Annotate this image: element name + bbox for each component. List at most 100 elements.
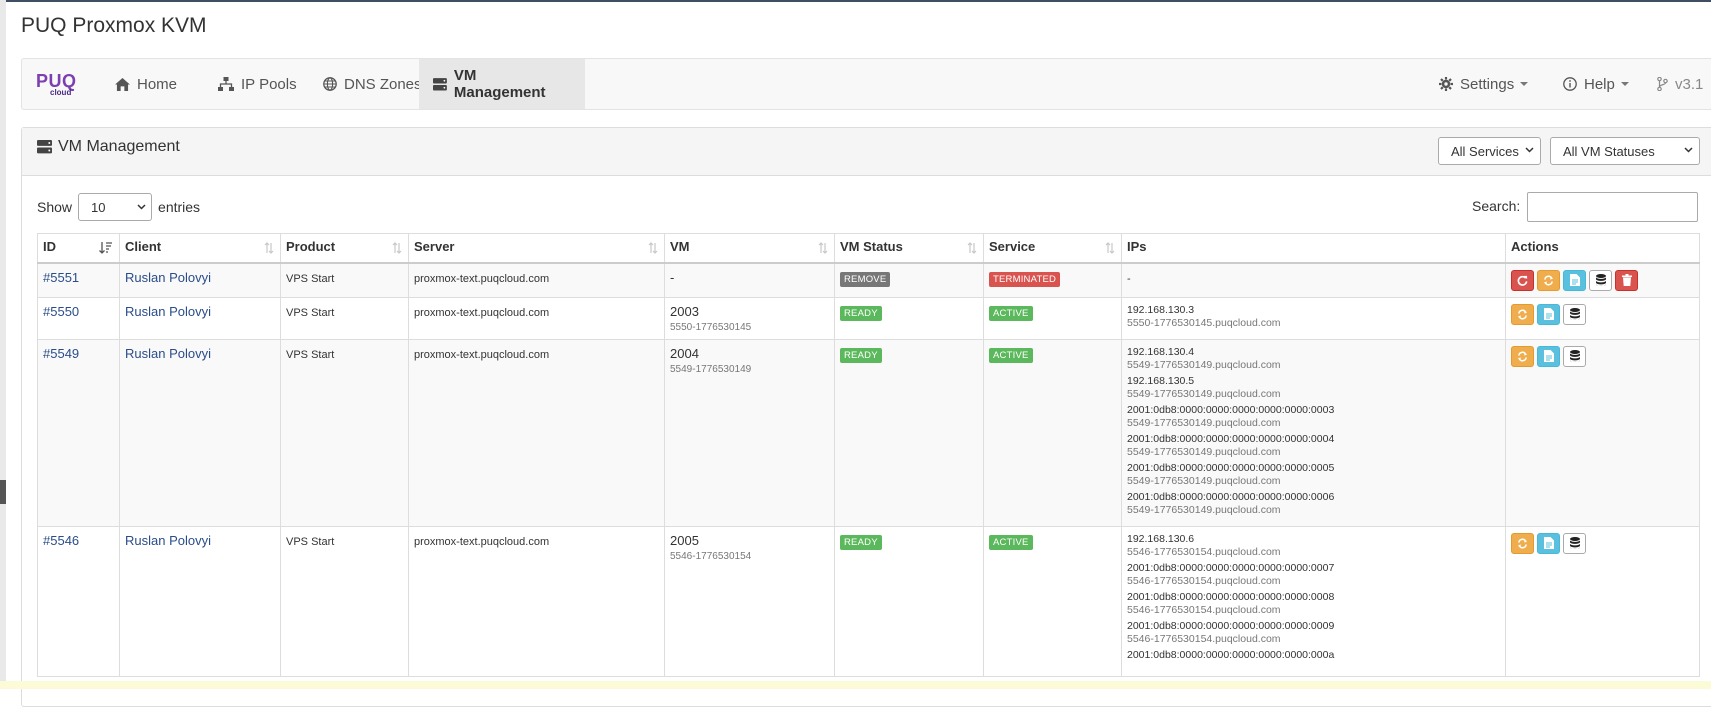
vm-status-filter-select[interactable]: All VM Statuses [1550,137,1700,165]
services-filter-select[interactable]: All Services [1438,137,1541,165]
ip-address: 192.168.130.3 [1127,303,1195,316]
vm-name: 5550-1776530145 [670,321,752,333]
file-icon [1543,537,1554,549]
column-header-client[interactable]: Client [119,233,281,264]
nav-dns-zones[interactable]: DNS Zones [309,59,436,109]
column-header-server[interactable]: Server [408,233,665,264]
code-branch-icon [1657,77,1668,91]
cell-server: proxmox-text.puqcloud.com [408,525,665,677]
ip-entry: 2001:0db8:0000:0000:0000:0000:0000:0003 5… [1127,404,1500,430]
nav-vm-management[interactable]: VM Management [419,59,585,109]
show-label: Show [37,199,73,215]
sort-icon [967,242,977,254]
service-id-link[interactable]: #5546 [43,533,79,548]
column-header-vm-status[interactable]: VM Status [834,233,984,264]
service-id-link[interactable]: #5549 [43,346,79,361]
cell-server: proxmox-text.puqcloud.com [408,338,665,527]
ip-hostname: 5549-1776530149.puqcloud.com [1127,358,1281,371]
server-name: proxmox-text.puqcloud.com [414,348,550,361]
cell-client: Ruslan Polovyi [119,338,281,527]
file-icon [1569,274,1580,286]
row-actions [1511,345,1694,367]
sync-button[interactable] [1537,269,1560,291]
ip-address: 2001:0db8:0000:0000:0000:0000:0000:000a [1127,648,1335,661]
server-name: proxmox-text.puqcloud.com [414,535,550,548]
nav-home[interactable]: Home [101,59,191,109]
trash-icon [1621,274,1632,286]
ip-address: 2001:0db8:0000:0000:0000:0000:0000:0003 [1127,403,1335,416]
service-id-link[interactable]: #5550 [43,304,79,319]
ip-hostname: 5550-1776530145.puqcloud.com [1127,316,1281,329]
entries-length-control: Show 10 entries [37,193,200,221]
vm-status-filter-value: All VM Statuses [1563,143,1655,159]
service-status-badge: ACTIVE [989,534,1033,550]
vm-name: 5549-1776530149 [670,363,752,375]
column-header-product[interactable]: Product [280,233,409,264]
database-icon [1569,537,1580,549]
file-icon [1543,350,1554,362]
help-label: Help [1584,75,1615,93]
nav-home-label: Home [137,75,178,93]
service-status-badge: ACTIVE [989,305,1033,321]
log-button[interactable] [1563,269,1586,291]
server-icon [37,140,52,154]
product-name: VPS Start [286,348,335,361]
client-link[interactable]: Ruslan Polovyi [125,533,211,548]
database-button[interactable] [1563,345,1586,367]
column-header-actions: Actions [1505,233,1700,264]
log-button[interactable] [1537,532,1560,554]
service-id-link[interactable]: #5551 [43,270,79,285]
ip-hostname: 5549-1776530149.puqcloud.com [1127,387,1281,400]
column-header-id[interactable]: ID [37,233,120,264]
entries-select[interactable]: 10 [78,193,153,221]
ips-empty: - [1127,272,1131,285]
database-button[interactable] [1589,269,1612,291]
column-header-vm[interactable]: VM [664,233,835,264]
puq-cloud-logo[interactable]: PUQ cloud [36,71,84,97]
left-edge-strip [0,0,6,689]
database-icon [1569,350,1580,362]
nav-ip-pools[interactable]: IP Pools [204,59,311,109]
vm-id: 2005 [670,532,699,548]
server-name: proxmox-text.puqcloud.com [414,306,550,319]
client-link[interactable]: Ruslan Polovyi [125,270,211,285]
log-button[interactable] [1537,345,1560,367]
column-header-service[interactable]: Service [983,233,1122,264]
sync-button[interactable] [1511,303,1534,325]
search-label: Search: [1472,198,1521,214]
database-button[interactable] [1563,532,1586,554]
gear-icon [1439,77,1453,91]
chevron-down-icon [1684,147,1693,153]
log-button[interactable] [1537,303,1560,325]
ip-entry: 2001:0db8:0000:0000:0000:0000:0000:000a [1127,649,1500,662]
ip-entry: 2001:0db8:0000:0000:0000:0000:0000:0006 5… [1127,491,1500,517]
sync-button[interactable] [1511,532,1534,554]
cell-product: VPS Start [280,262,409,298]
search-input[interactable] [1527,192,1698,222]
chevron-down-icon [1525,147,1534,153]
redo-button[interactable] [1511,269,1534,291]
top-navbar: PUQ cloud Home IP Pools DNS Zones VM Man… [21,58,1711,110]
product-name: VPS Start [286,306,335,319]
help-dropdown[interactable]: Help [1549,59,1643,109]
cell-server: proxmox-text.puqcloud.com [408,262,665,298]
cell-vm: 2004 5549-1776530149 [664,338,835,527]
cell-id: #5549 [37,338,120,527]
vm-status-badge: READY [840,347,882,363]
cell-client: Ruslan Polovyi [119,296,281,340]
vm-status-badge: READY [840,305,882,321]
client-link[interactable]: Ruslan Polovyi [125,304,211,319]
table-row: #5549 Ruslan Polovyi VPS Start proxmox-text… [37,338,1700,527]
cell-product: VPS Start [280,338,409,527]
settings-dropdown[interactable]: Settings [1425,59,1542,109]
client-link[interactable]: Ruslan Polovyi [125,346,211,361]
delete-button[interactable] [1615,269,1638,291]
ip-address: 2001:0db8:0000:0000:0000:0000:0000:0009 [1127,619,1335,632]
server-name: proxmox-text.puqcloud.com [414,272,550,285]
sync-button[interactable] [1511,345,1534,367]
sort-icon [264,242,274,254]
cell-ips: 192.168.130.3 5550-1776530145.puqcloud.co… [1121,296,1506,340]
version-link[interactable]: v3.1 [1643,59,1711,109]
database-button[interactable] [1563,303,1586,325]
ip-entry: 2001:0db8:0000:0000:0000:0000:0000:0004 5… [1127,433,1500,459]
